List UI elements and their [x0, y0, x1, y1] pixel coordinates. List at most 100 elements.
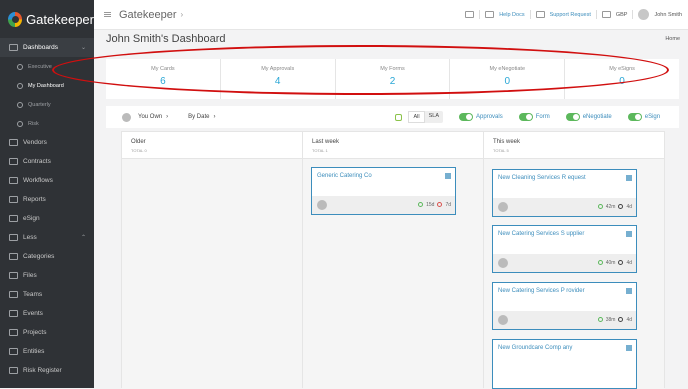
toggle-form[interactable]: Form	[518, 113, 550, 121]
card[interactable]: Generic Catering Co 15d 7d	[311, 167, 456, 215]
stats-bar: My Cards 6 My Approvals 4 My Forms 2 My eNe…	[106, 59, 679, 99]
user-name[interactable]: John Smith	[654, 12, 682, 18]
card-time: 38m	[605, 317, 616, 323]
view-toggle: All SLA	[408, 111, 444, 123]
alarm-icon	[618, 317, 624, 322]
breadcrumb-home[interactable]: Home	[665, 36, 680, 42]
brand-name: Gatekeeper	[26, 11, 94, 27]
card[interactable]: New Catering Services P rovider 38m 4d	[492, 282, 637, 330]
sidebar-item-less[interactable]: Less ⌃	[0, 228, 94, 247]
column-total: TOTAL 0	[131, 148, 147, 153]
stat-my-approvals[interactable]: My Approvals 4	[219, 59, 335, 99]
sort-filter[interactable]: By Date ›	[188, 114, 215, 120]
sidebar-item-esign[interactable]: eSign	[0, 209, 94, 228]
warning-icon	[17, 120, 23, 127]
sidebar-item-label: My Dashboard	[28, 82, 64, 89]
sidebar-item-projects[interactable]: Projects	[0, 323, 94, 342]
categories-icon	[9, 253, 18, 260]
currency-icon	[601, 11, 611, 18]
menu-icon[interactable]	[104, 12, 111, 17]
divider	[479, 10, 481, 19]
mail-icon[interactable]	[465, 11, 475, 18]
card-sla: 4d	[626, 317, 632, 323]
chevron-right-icon[interactable]: ›	[180, 10, 183, 19]
card-sla: 7d	[445, 202, 451, 208]
owner-filter[interactable]: You Own ›	[122, 112, 168, 122]
flag-icon	[445, 173, 451, 179]
view-sla-button[interactable]: SLA	[425, 111, 443, 123]
avatar[interactable]	[638, 9, 650, 20]
card[interactable]: New Catering Services S upplier 40m 4d	[492, 225, 637, 273]
card-title[interactable]: New Groundcare Comp any	[498, 345, 572, 351]
stat-my-esigns[interactable]: My eSigns 0	[564, 59, 679, 99]
sidebar-item-files[interactable]: Files	[0, 266, 94, 285]
alarm-icon	[437, 202, 443, 207]
card-title[interactable]: Generic Catering Co	[317, 173, 372, 179]
time-icon	[597, 204, 603, 209]
user-icon	[17, 82, 23, 89]
column-older: Older TOTAL 0	[122, 132, 302, 389]
sidebar-item-risk[interactable]: Risk	[0, 114, 94, 133]
owner-filter-label: You Own	[138, 114, 163, 120]
card-title[interactable]: New Catering Services P rovider	[498, 288, 585, 294]
sidebar-item-workflows[interactable]: Workflows	[0, 171, 94, 190]
support-request-link[interactable]: Support Request	[550, 12, 591, 18]
user-icon	[122, 112, 131, 122]
card[interactable]: New Groundcare Comp any	[492, 339, 637, 389]
card-footer: 42m 4d	[493, 198, 636, 216]
sidebar-item-quarterly[interactable]: Quarterly	[0, 95, 94, 114]
chevron-up-icon: ⌃	[80, 235, 86, 241]
sidebar-item-label: Executive	[28, 63, 52, 70]
sidebar-item-label: Workflows	[23, 177, 53, 184]
view-all-button[interactable]: All	[408, 111, 425, 123]
toggle-esign[interactable]: eSign	[627, 113, 660, 121]
column-body: New Cleaning Services R equest 42m 4d New…	[484, 159, 664, 389]
sidebar-item-label: Quarterly	[28, 101, 51, 108]
sidebar-item-categories[interactable]: Categories	[0, 247, 94, 266]
sidebar-item-events[interactable]: Events	[0, 304, 94, 323]
stat-my-cards[interactable]: My Cards 6	[106, 59, 220, 99]
sidebar-item-label: Vendors	[23, 139, 47, 146]
stat-my-enegotiate[interactable]: My eNegotiate 0	[449, 59, 564, 99]
time-icon	[597, 317, 603, 322]
help-docs-link[interactable]: Help Docs	[499, 12, 524, 18]
toggle-label: Approvals	[476, 114, 503, 120]
time-icon	[418, 202, 424, 207]
sidebar-item-teams[interactable]: Teams	[0, 285, 94, 304]
stat-my-forms[interactable]: My Forms 2	[334, 59, 450, 99]
card-title[interactable]: New Cleaning Services R equest	[498, 175, 586, 181]
card-sla: 4d	[626, 260, 632, 266]
toggle-enegotiate[interactable]: eNegotiate	[565, 113, 612, 121]
brand[interactable]: Gatekeeper	[0, 0, 94, 38]
truck-icon	[9, 139, 18, 146]
currency-selector[interactable]: GBP	[616, 12, 628, 18]
chevron-right-icon: ›	[213, 114, 216, 120]
sidebar-item-executive[interactable]: Executive	[0, 57, 94, 76]
topbar-title: Gatekeeper	[119, 8, 177, 21]
sidebar-item-entities[interactable]: Entities	[0, 342, 94, 361]
column-body	[122, 159, 302, 389]
globe-icon	[17, 63, 23, 70]
kanban-board: Older TOTAL 0 Last week TOTAL 1 Generic …	[121, 131, 665, 389]
monitor-icon	[9, 44, 18, 51]
sidebar-item-contracts[interactable]: Contracts	[0, 152, 94, 171]
page-title: John Smith's Dashboard	[106, 33, 226, 45]
card-title[interactable]: New Catering Services S upplier	[498, 231, 584, 237]
card[interactable]: New Cleaning Services R equest 42m 4d	[492, 169, 637, 217]
flag-icon	[626, 231, 632, 237]
sidebar-item-reports[interactable]: Reports	[0, 190, 94, 209]
alarm-icon	[395, 113, 403, 121]
card-meta: 42m 4d	[597, 204, 632, 210]
topbar-actions: Help Docs Support Request GBP John Smith	[465, 9, 682, 20]
alarm-icon	[618, 260, 624, 265]
topbar: Gatekeeper › Help Docs Support Request G…	[94, 0, 688, 30]
stat-label: My eNegotiate	[489, 66, 526, 72]
sidebar-item-dashboards[interactable]: Dashboards ⌄	[0, 38, 94, 57]
toggle-approvals[interactable]: Approvals	[459, 113, 503, 121]
sidebar-item-risk-register[interactable]: Risk Register	[0, 361, 94, 380]
avatar	[498, 258, 508, 268]
sidebar-item-my-dashboard[interactable]: My Dashboard	[0, 76, 94, 95]
card-header: Generic Catering Co	[312, 168, 455, 196]
card-footer: 15d 7d	[312, 196, 455, 214]
sidebar-item-vendors[interactable]: Vendors	[0, 133, 94, 152]
